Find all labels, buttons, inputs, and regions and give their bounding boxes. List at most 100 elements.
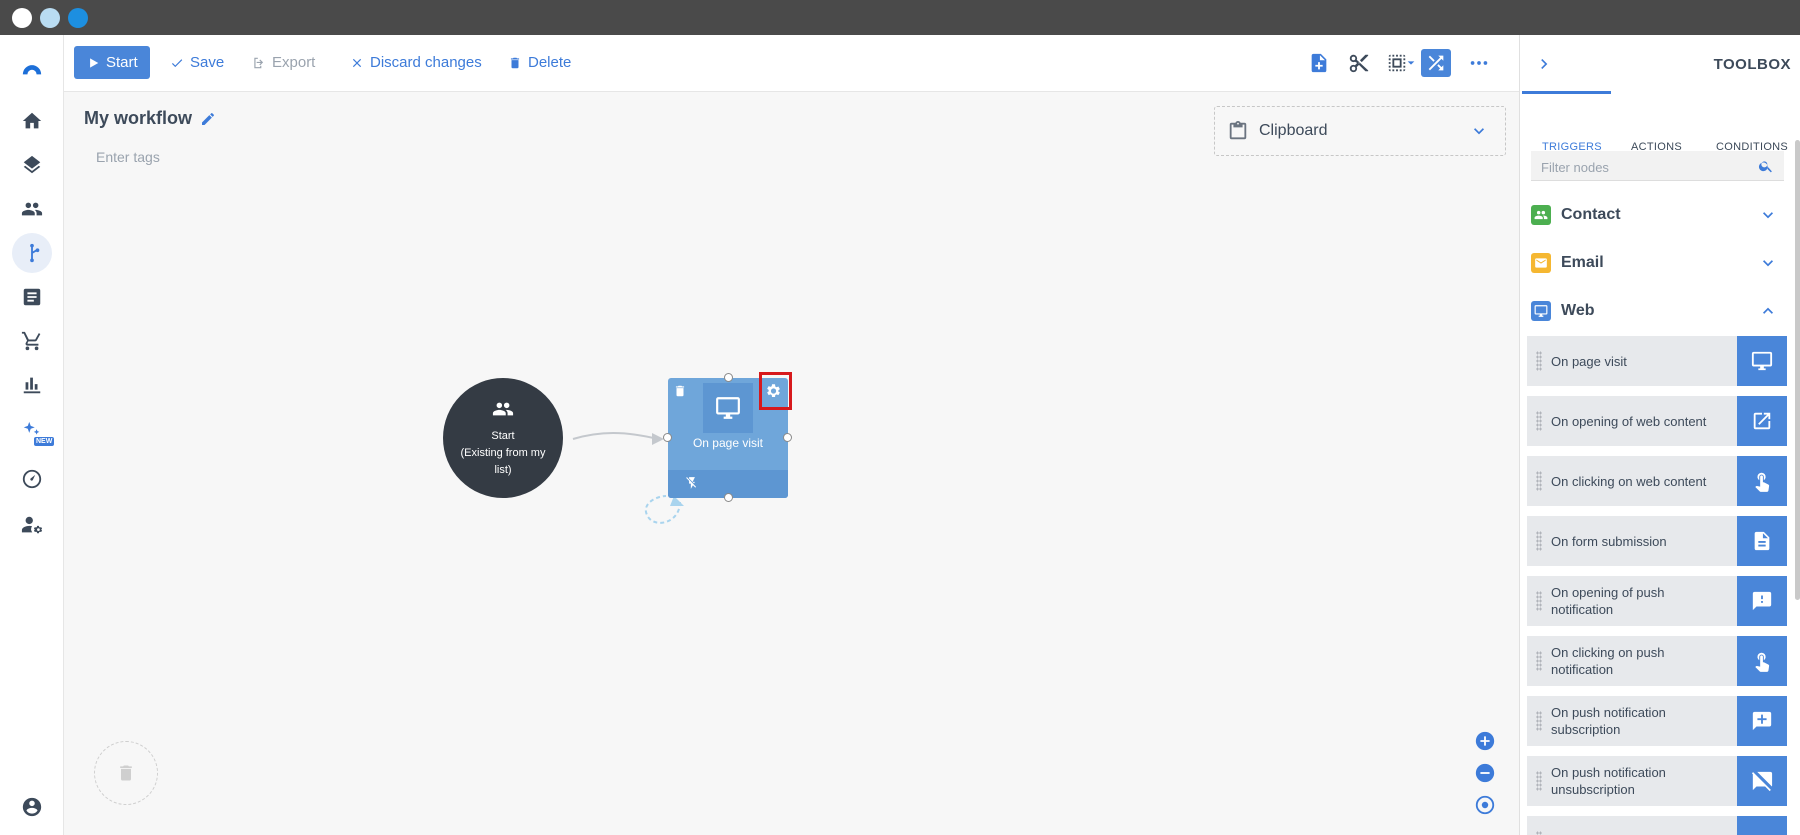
cut-button[interactable] <box>1344 49 1374 77</box>
start-node-sublabel: (Existing from my list) <box>460 446 546 476</box>
toolbox-item-on-opening-of-web-content[interactable]: On opening of web content <box>1527 396 1787 446</box>
toolbox-item-icon-box <box>1737 456 1787 506</box>
drag-handle-icon[interactable] <box>1536 651 1542 671</box>
nav-reports[interactable] <box>12 365 52 405</box>
workflow-title[interactable]: My workflow <box>84 108 216 129</box>
chevron-down-icon[interactable] <box>1469 121 1489 141</box>
nav-workflows[interactable] <box>12 233 52 273</box>
toolbox-item-label: On clicking on push notification <box>1551 645 1665 677</box>
category-contact-label: Contact <box>1561 206 1621 223</box>
start-node[interactable]: Start (Existing from my list) <box>443 378 563 498</box>
category-contact[interactable]: Contact <box>1531 202 1621 228</box>
drag-handle-icon[interactable] <box>1536 771 1542 791</box>
toolbox-item-on-page-visit[interactable]: On page visit <box>1527 336 1787 386</box>
nav-home[interactable] <box>12 101 52 141</box>
toolbox-scrollbar[interactable] <box>1795 140 1800 600</box>
gauge-icon <box>22 469 42 489</box>
nav-ecommerce[interactable] <box>12 321 52 361</box>
search-icon[interactable] <box>1758 158 1774 174</box>
add-note-button[interactable] <box>1304 49 1334 77</box>
caret-down-icon <box>1407 61 1415 65</box>
toolbox-item-on-form-submission[interactable]: On form submission <box>1527 516 1787 566</box>
zoom-in-button[interactable] <box>1474 730 1496 752</box>
settings-highlight-box <box>759 372 792 410</box>
export-button-label: Export <box>272 54 316 71</box>
chevron-down-icon[interactable] <box>1758 253 1778 273</box>
save-button[interactable]: Save <box>170 46 224 79</box>
workflow-title-text: My workflow <box>84 108 193 128</box>
touch-icon <box>1755 472 1770 492</box>
check-icon <box>171 58 183 67</box>
toolbox-item-on-push-notification-subscription[interactable]: On push notification subscription <box>1527 696 1787 746</box>
clipboard-panel[interactable]: Clipboard <box>1214 106 1506 156</box>
more-horizontal-icon <box>1470 61 1488 65</box>
window-titlebar <box>0 0 1800 35</box>
toolbox-item-on-push-notification-unsubscription[interactable]: On push notification unsubscription <box>1527 756 1787 806</box>
toolbox-item-icon-box <box>1737 516 1787 566</box>
drag-handle-icon[interactable] <box>1536 531 1542 551</box>
discard-changes-button[interactable]: Discard changes <box>350 46 482 79</box>
node-port-bottom[interactable] <box>724 493 733 502</box>
trash-icon <box>510 57 520 68</box>
toolbox-item-on-clicking-on-web-content[interactable]: On clicking on web content <box>1527 456 1787 506</box>
account-circle-icon <box>22 797 42 817</box>
drag-handle-icon[interactable] <box>1536 471 1542 491</box>
node-port-top[interactable] <box>724 373 733 382</box>
start-button-label: Start <box>106 54 138 71</box>
nav-contacts[interactable] <box>12 189 52 229</box>
trash-drop-zone[interactable] <box>94 741 158 805</box>
nav-account[interactable] <box>12 787 52 827</box>
logo-icon <box>22 65 42 75</box>
drag-handle-icon[interactable] <box>1536 831 1542 835</box>
category-email[interactable]: Email <box>1531 250 1604 276</box>
drag-handle-icon[interactable] <box>1536 711 1542 731</box>
zoom-out-button[interactable] <box>1474 762 1496 784</box>
category-web[interactable]: Web <box>1531 298 1594 324</box>
recenter-button[interactable] <box>1474 794 1496 816</box>
toolbox-header: TOOLBOX <box>1520 35 1800 92</box>
chevron-up-icon[interactable] <box>1758 301 1778 321</box>
document-icon <box>23 288 41 306</box>
auto-layout-button[interactable] <box>1421 49 1451 77</box>
node-port-left[interactable] <box>663 433 672 442</box>
drag-handle-icon[interactable] <box>1536 351 1542 371</box>
start-button[interactable]: Start <box>74 46 150 79</box>
more-options-button[interactable] <box>1464 49 1494 77</box>
nav-dashboard[interactable] <box>12 459 52 499</box>
window-close-button[interactable] <box>12 8 32 28</box>
nav-content[interactable] <box>12 277 52 317</box>
flash-off-icon[interactable] <box>685 476 699 490</box>
chevron-down-icon[interactable] <box>1758 205 1778 225</box>
toolbox-item-partial[interactable] <box>1527 816 1787 835</box>
drag-handle-icon[interactable] <box>1536 591 1542 611</box>
workflow-canvas[interactable] <box>64 92 1519 835</box>
clipboard-icon <box>1229 120 1247 140</box>
window-maximize-button[interactable] <box>68 8 88 28</box>
delete-button[interactable]: Delete <box>508 46 571 79</box>
brand-logo[interactable] <box>12 47 52 87</box>
nav-user-settings[interactable] <box>12 505 52 545</box>
trash-icon[interactable] <box>673 384 687 398</box>
nav-ai[interactable]: NEW <box>12 411 55 451</box>
category-web-label: Web <box>1561 302 1595 319</box>
toolbox-item-label: On clicking on web content <box>1551 473 1707 489</box>
export-button[interactable]: Export <box>252 46 315 79</box>
select-dropdown-button[interactable] <box>1404 49 1418 77</box>
edit-pencil-icon[interactable] <box>200 111 216 127</box>
chevron-right-icon[interactable] <box>1534 54 1554 74</box>
nav-layers[interactable] <box>12 145 52 185</box>
toolbox-item-icon-box <box>1737 336 1787 386</box>
filter-nodes-input[interactable]: Filter nodes <box>1531 151 1784 181</box>
drag-handle-icon[interactable] <box>1536 411 1542 431</box>
toolbox-item-icon-box <box>1737 816 1787 835</box>
new-badge: NEW <box>34 437 55 446</box>
web-category-icon <box>1531 301 1551 321</box>
window-minimize-button[interactable] <box>40 8 60 28</box>
delete-button-label: Delete <box>528 54 572 71</box>
tags-input[interactable]: Enter tags <box>96 149 160 165</box>
toolbox-item-on-opening-of-push-notification[interactable]: On opening of push notification <box>1527 576 1787 626</box>
toolbox-item-label: On opening of push notification <box>1551 585 1665 617</box>
node-port-right[interactable] <box>783 433 792 442</box>
export-icon <box>254 57 264 68</box>
toolbox-item-on-clicking-on-push-notification[interactable]: On clicking on push notification <box>1527 636 1787 686</box>
